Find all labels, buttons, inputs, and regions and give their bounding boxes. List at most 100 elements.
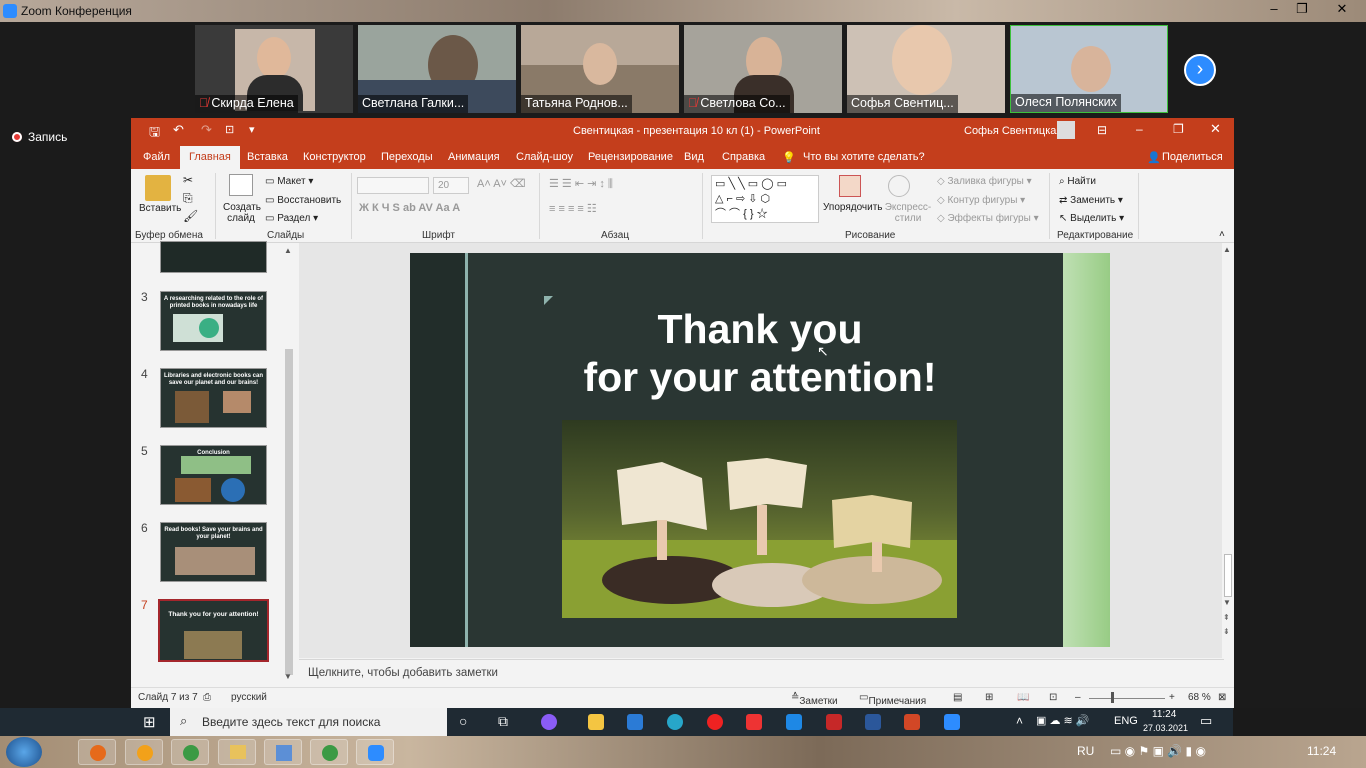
- task-view-icon[interactable]: ⧉: [498, 713, 508, 730]
- windows-start-icon[interactable]: ⊞: [143, 713, 156, 731]
- tab-file[interactable]: Файл: [143, 151, 170, 163]
- chrome-taskbar-button[interactable]: [310, 739, 348, 765]
- input-language[interactable]: ENG: [1114, 715, 1138, 727]
- tell-me-search[interactable]: Что вы хотите сделать?: [803, 151, 925, 163]
- minimize-icon[interactable]: –: [1262, 0, 1286, 18]
- tab-design[interactable]: Конструктор: [303, 151, 366, 163]
- comments-button[interactable]: ▭ Примечания: [859, 692, 926, 707]
- share-button[interactable]: Поделиться: [1162, 151, 1223, 163]
- tab-slideshow[interactable]: Слайд-шоу: [516, 151, 573, 163]
- close-icon[interactable]: ✕: [1330, 0, 1354, 18]
- tray-chevron-icon[interactable]: ˄: [1016, 714, 1023, 728]
- arrange-button[interactable]: Упорядочить: [823, 202, 883, 213]
- cortana-icon[interactable]: ○: [459, 713, 467, 729]
- yandex-icon[interactable]: [746, 714, 762, 730]
- present-icon[interactable]: ⊡: [225, 123, 234, 136]
- font-name-input[interactable]: [357, 177, 429, 194]
- maximize-icon[interactable]: ❐: [1173, 122, 1184, 136]
- save-icon[interactable]: 🖫: [149, 123, 160, 145]
- word-icon[interactable]: [865, 714, 881, 730]
- participant-tile[interactable]: Софья Свентиц...: [847, 25, 1005, 113]
- slide-thumbnail[interactable]: A researching related to the role of pri…: [160, 291, 267, 351]
- copy-icon[interactable]: ⎘: [183, 191, 193, 206]
- ribbon-display-icon[interactable]: ⊟: [1097, 123, 1107, 137]
- shape-outline-button[interactable]: ◇ Контур фигуры ▾: [937, 195, 1025, 206]
- host-input-language[interactable]: RU: [1077, 744, 1094, 758]
- zoom-taskbar-button[interactable]: [356, 739, 394, 765]
- store-icon[interactable]: [627, 714, 643, 730]
- participant-tile[interactable]: 🎙̸ Светлова Со...: [684, 25, 842, 113]
- recording-indicator[interactable]: Запись: [12, 130, 67, 144]
- reading-view-icon[interactable]: 📖: [1017, 692, 1029, 703]
- participant-tile[interactable]: Светлана Галки...: [358, 25, 516, 113]
- slide-title[interactable]: Thank you for your attention!: [410, 305, 1110, 401]
- redo-icon[interactable]: ↷: [201, 122, 212, 138]
- tab-view[interactable]: Вид: [684, 151, 704, 163]
- participant-tile-active-speaker[interactable]: Олеся Полянских: [1010, 25, 1168, 113]
- shape-effects-button[interactable]: ◇ Эффекты фигуры ▾: [937, 213, 1039, 224]
- tab-transitions[interactable]: Переходы: [381, 151, 433, 163]
- find-button[interactable]: ⌕ Найти: [1059, 176, 1096, 187]
- tab-home[interactable]: Главная: [180, 146, 240, 169]
- slide-thumbnail[interactable]: Libraries and electronic books can save …: [160, 368, 267, 428]
- grow-font-icon[interactable]: A˄ A˅ ⌫: [477, 177, 526, 190]
- layout-button[interactable]: ▭ Макет ▾: [265, 176, 313, 187]
- customize-qat-icon[interactable]: ▾: [249, 123, 255, 136]
- slide-thumbnail[interactable]: Read books! Save your brains and your pl…: [160, 522, 267, 582]
- zoom-slider-thumb[interactable]: [1111, 692, 1114, 703]
- notes-placeholder[interactable]: Щелкните, чтобы добавить заметки: [299, 659, 1224, 687]
- reset-button[interactable]: ▭ Восстановить: [265, 195, 341, 206]
- notes-button[interactable]: ≙ Заметки: [791, 692, 838, 707]
- clock-time[interactable]: 11:24: [1152, 709, 1176, 720]
- app-taskbar-button[interactable]: [125, 739, 163, 765]
- normal-view-icon[interactable]: ▤: [953, 692, 962, 703]
- arrange-icon[interactable]: [839, 175, 861, 197]
- tab-animations[interactable]: Анимация: [448, 151, 500, 163]
- fit-slide-icon[interactable]: ⊠: [1218, 692, 1226, 703]
- windows-start-orb-icon[interactable]: [6, 737, 42, 767]
- cut-icon[interactable]: ✂: [183, 173, 193, 187]
- explorer-taskbar-button[interactable]: [218, 739, 256, 765]
- user-name[interactable]: Софья Свентицкая: [964, 125, 1062, 137]
- slide-thumbnail-selected[interactable]: Thank you for your attention!: [158, 599, 269, 662]
- section-button[interactable]: ▭ Раздел ▾: [265, 213, 318, 224]
- font-style-buttons[interactable]: Ж К Ч S ab AV Aa A: [359, 202, 460, 214]
- replace-button[interactable]: ⇄ Заменить ▾: [1059, 195, 1123, 206]
- mcafee-icon[interactable]: [826, 714, 842, 730]
- collapse-ribbon-icon[interactable]: ˄: [1219, 229, 1225, 240]
- zoom-slider[interactable]: [1089, 698, 1165, 699]
- tab-insert[interactable]: Вставка: [247, 151, 288, 163]
- tab-review[interactable]: Рецензирование: [588, 151, 673, 163]
- close-icon[interactable]: ✕: [1210, 121, 1221, 137]
- avatar[interactable]: [1057, 121, 1075, 139]
- quick-styles-button[interactable]: Экспресс-стили: [883, 202, 933, 224]
- powerpoint-icon[interactable]: [904, 714, 920, 730]
- participant-tile[interactable]: 🎙̸ Скирда Елена: [195, 25, 353, 113]
- zoom-out-icon[interactable]: –: [1075, 692, 1081, 703]
- format-painter-icon[interactable]: 🖌: [183, 209, 198, 223]
- quick-styles-icon[interactable]: [888, 175, 910, 197]
- select-button[interactable]: ↖ Выделить ▾: [1059, 213, 1124, 224]
- chrome-taskbar-button[interactable]: [171, 739, 209, 765]
- zoom-level[interactable]: 68 %: [1188, 692, 1211, 703]
- slide-canvas[interactable]: Thank you for your attention! ↖: [410, 253, 1110, 647]
- app-taskbar-button[interactable]: [264, 739, 302, 765]
- chevron-right-icon[interactable]: ›: [1184, 54, 1216, 86]
- zoom-in-icon[interactable]: +: [1169, 692, 1175, 703]
- maximize-icon[interactable]: ❐: [1290, 0, 1314, 18]
- paste-button[interactable]: Вставить: [139, 203, 181, 214]
- mail-icon[interactable]: [786, 714, 802, 730]
- paste-icon[interactable]: [145, 175, 171, 201]
- spellcheck-icon[interactable]: ⎙: [203, 692, 211, 703]
- yandex-browser-icon[interactable]: [707, 714, 723, 730]
- thumbnails-scrollbar[interactable]: ▲ ▼: [283, 244, 295, 684]
- slide-thumbnail[interactable]: [160, 241, 267, 273]
- edge-icon[interactable]: [667, 714, 683, 730]
- shapes-gallery[interactable]: ▭ ╲ ╲ ▭ ◯ ▭ △ ⌐ ⇨ ⇩ ⬡ ⌒ ⌒ { } ☆: [711, 175, 819, 223]
- editor-scrollbar[interactable]: ▲ ▼ ⇞ ⇟: [1222, 243, 1234, 658]
- zoom-icon[interactable]: [944, 714, 960, 730]
- bullets-icon[interactable]: ☰ ☰ ⇤ ⇥ ↕ ⫼: [549, 177, 613, 191]
- host-tray-icons[interactable]: ▭ ◉ ⚑ ▣ 🔊 ▮ ◉: [1110, 744, 1206, 758]
- host-clock[interactable]: 11:24: [1307, 744, 1336, 758]
- firefox-taskbar-button[interactable]: [78, 739, 116, 765]
